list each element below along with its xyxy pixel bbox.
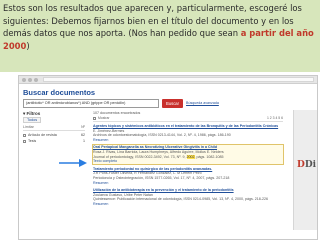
filter-list: Limitar Nº Artículo de revista 62 Tesis … <box>23 125 85 144</box>
result-source: Quintessence: Publicación internacional … <box>93 197 283 202</box>
slide-caption: Estos son los resultados que aparecen y,… <box>0 0 320 72</box>
filter-col-right: Nº <box>81 125 85 129</box>
filter-col-left: Limitar <box>23 125 34 129</box>
pagination[interactable]: 1 2 3 4 5 6 <box>267 116 283 120</box>
advanced-search-link[interactable]: Búsqueda avanzada <box>186 99 219 108</box>
reload-icon[interactable] <box>34 77 38 82</box>
result-year: 2000 <box>234 197 243 202</box>
result-action-link[interactable]: Texto completo <box>93 159 283 164</box>
result-item: Utilización de la antibioterapia en la p… <box>93 188 283 206</box>
result-action-link[interactable]: Resumen <box>93 181 283 186</box>
pointer-arrow-icon <box>59 159 87 167</box>
results-list: 107 documentos encontrados Mostrar 1 2 3… <box>92 111 284 210</box>
browser-toolbar <box>19 76 317 84</box>
logo-accent: D <box>297 160 305 170</box>
filter-item-label: Tesis <box>28 139 37 143</box>
results-header: Mostrar 1 2 3 4 5 6 <box>93 116 283 122</box>
result-item: Tratamiento periodontal no quirúrgico de… <box>93 167 283 185</box>
forward-icon[interactable] <box>28 77 32 82</box>
screenshot-panel: Buscar documentos (antibiotic* OR antimi… <box>18 75 318 240</box>
filters-title-label: Filtros <box>26 111 41 116</box>
select-all-checkbox[interactable] <box>93 116 96 120</box>
caption-line-3-prefix: (Nos han pedido que sean <box>128 28 241 39</box>
filter-checkbox[interactable] <box>23 139 26 143</box>
logo-text: Di <box>304 160 317 170</box>
search-button[interactable]: Buscar <box>162 99 184 108</box>
result-item: Agentes tópicos y sistémicos antibiótico… <box>93 124 283 142</box>
address-bar[interactable] <box>43 77 314 82</box>
page-title: Buscar documentos <box>23 88 96 97</box>
filter-checkbox[interactable] <box>23 133 26 137</box>
result-source-end: , págs. 218-226 <box>242 197 268 202</box>
side-panel: DDi <box>293 110 317 230</box>
results-select-label: Mostrar <box>98 116 110 120</box>
dialnet-logo: DDi <box>297 160 316 170</box>
filter-list-header: Limitar Nº <box>23 125 85 131</box>
result-source-text: Quintessence: Publicación internacional … <box>93 197 235 202</box>
result-source-end: , págs. 207-218 <box>204 175 230 180</box>
result-source-end: , págs. 1082-1085 <box>194 154 224 159</box>
results-count: 107 documentos encontrados <box>93 111 141 115</box>
filter-item[interactable]: Tesis 1 <box>23 138 85 144</box>
result-source-text: Periodoncia y Osteointegración, ISSN 157… <box>93 175 197 180</box>
result-action-link[interactable]: Resumen <box>93 202 283 207</box>
result-year-highlight: 2002 <box>186 154 195 159</box>
result-item-selected: Oral Periapical Manganelia as Necrotizin… <box>92 144 284 165</box>
filter-item-label: Artículo de revista <box>28 133 57 137</box>
filter-item-count: 62 <box>81 133 85 137</box>
filter-item-count: 1 <box>83 139 85 143</box>
back-icon[interactable] <box>22 77 26 82</box>
result-source-text: Journal of periodontology, ISSN 0022-349… <box>93 154 187 159</box>
result-action-link[interactable]: Resumen <box>93 138 283 143</box>
filter-toggle[interactable]: Todos <box>23 117 42 123</box>
result-title[interactable]: Agentes tópicos y sistémicos antibiótico… <box>93 124 283 129</box>
search-row: (antibiotic* OR antimicrobianos*) AND (g… <box>23 99 219 108</box>
search-input[interactable]: (antibiotic* OR antimicrobianos*) AND (g… <box>23 99 159 108</box>
caption-line-3-suffix: ) <box>26 40 30 51</box>
